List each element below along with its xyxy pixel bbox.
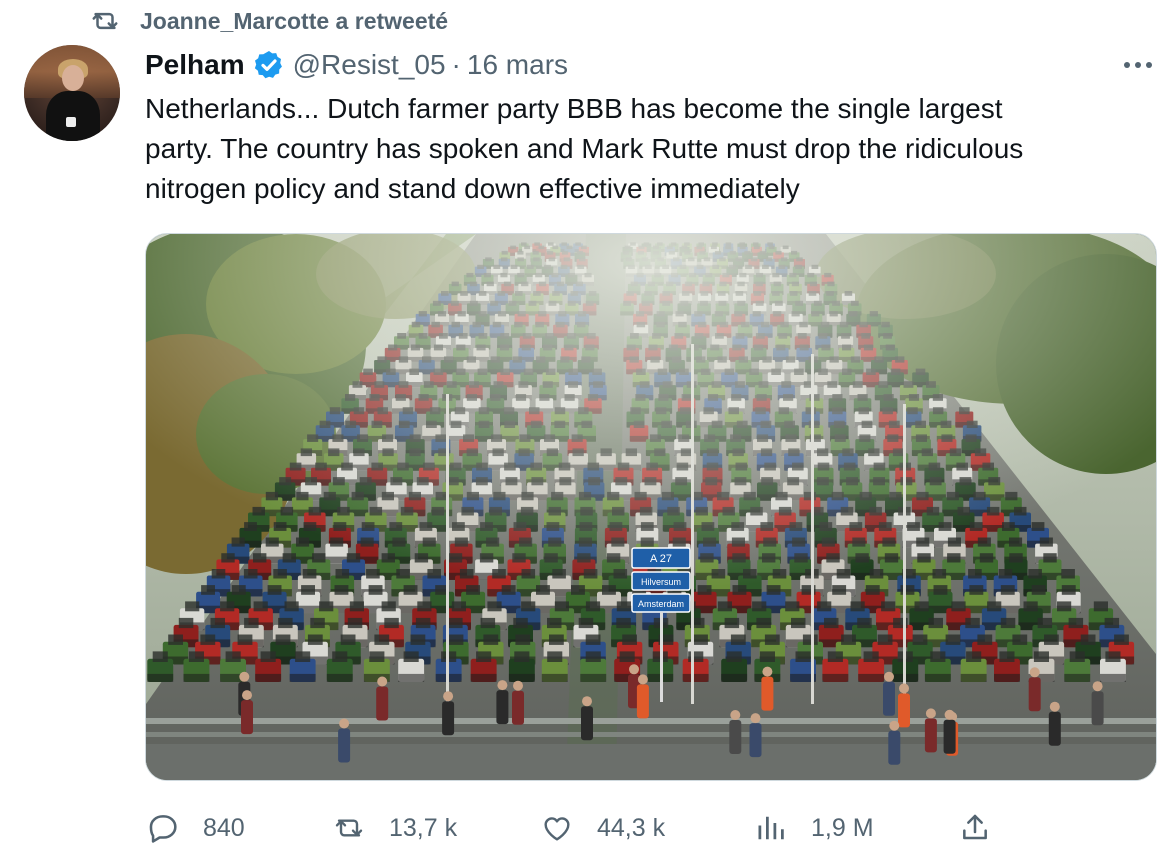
like-button[interactable]: 44,3 k [539,806,665,850]
tweet-header: Pelham @Resist_05 · 16 mars [145,46,568,84]
share-button[interactable] [957,806,1015,850]
retweet-context-text: Joanne_Marcotte a retweeté [140,7,449,34]
retweet-icon [88,6,122,36]
author-handle[interactable]: @Resist_05 [293,46,446,84]
views-count: 1,9 M [811,813,874,842]
share-icon [957,810,993,846]
views-icon [753,810,789,846]
like-count: 44,3 k [597,813,666,842]
tweet-actions: 840 13,7 k 44,3 k 1,9 M [145,806,1155,850]
heart-icon [539,810,575,846]
reply-count: 840 [203,813,245,842]
avatar[interactable] [24,45,120,141]
more-icon [1124,62,1152,68]
views-button[interactable]: 1,9 M [753,806,874,850]
sign-text-a27: A 27 [650,553,672,565]
retweet-icon [331,810,367,846]
header-separator: · [451,49,461,80]
tweet-photo[interactable]: A 27 Hilversum Amsterdam [145,233,1157,781]
tweet-text: Netherlands... Dutch farmer party BBB ha… [145,93,1024,204]
verified-badge-icon[interactable] [253,49,285,81]
retweet-context[interactable]: Joanne_Marcotte a retweeté [88,6,448,36]
retweet-button[interactable]: 13,7 k [331,806,457,850]
sign-text-amsterdam: Amsterdam [638,599,684,609]
reply-button[interactable]: 840 [145,806,245,850]
more-options-button[interactable] [1118,50,1158,80]
tweet-date[interactable]: 16 mars [467,46,568,84]
tweet[interactable]: Joanne_Marcotte a retweeté Pelham @Resis… [0,0,1176,866]
retweet-count: 13,7 k [389,813,458,842]
author-display-name[interactable]: Pelham [145,46,245,84]
sign-text-hilversum: Hilversum [641,577,681,587]
reply-icon [145,810,181,846]
